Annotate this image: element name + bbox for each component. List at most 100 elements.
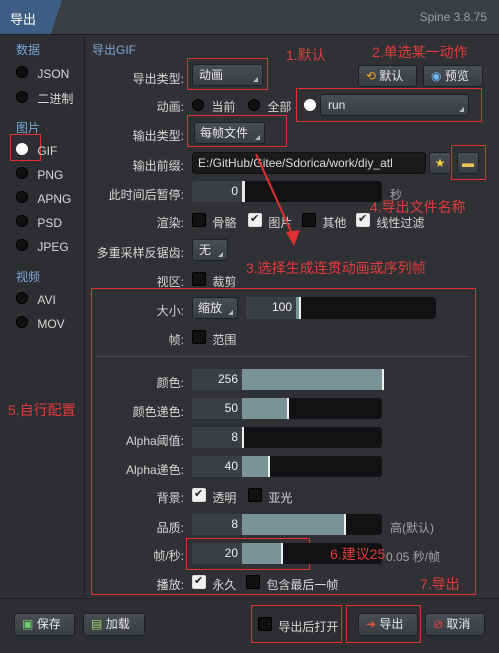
output-prefix-label: 输出前缀:: [132, 159, 184, 173]
sidebar-item-mov[interactable]: MOV: [16, 316, 65, 336]
radio-selected-icon: [304, 99, 316, 111]
msaa-label: 多重采样反锯齿:: [96, 246, 184, 260]
browse-folder-button[interactable]: ▬: [457, 152, 479, 174]
background-transparent-checkbox[interactable]: 透明: [192, 487, 236, 506]
frames-label: 帧:: [168, 333, 184, 347]
load-icon: ▤: [91, 617, 103, 631]
color-dither-value[interactable]: 50: [192, 398, 242, 419]
radio-selected-icon: [16, 143, 28, 155]
radio-icon: [16, 316, 28, 328]
quality-note: 高(默认): [390, 521, 434, 535]
annotation-arrow: [255, 153, 300, 246]
video-section-title: 视频: [16, 270, 41, 284]
cancel-icon: ⊘: [433, 617, 444, 631]
pause-value[interactable]: 0: [192, 181, 242, 202]
checkbox-icon: [246, 575, 260, 589]
animation-label: 动画:: [156, 100, 184, 114]
checkbox-icon: [248, 488, 262, 502]
fps-label: 帧/秒:: [153, 549, 184, 563]
eye-icon: ◉: [431, 69, 442, 83]
background-label: 背景:: [156, 491, 184, 505]
animation-single-radio[interactable]: [304, 99, 316, 119]
msaa-dropdown[interactable]: 无: [192, 239, 228, 261]
data-section-title: 数据: [16, 43, 41, 57]
size-mode-dropdown[interactable]: 缩放: [192, 297, 238, 319]
reset-icon: ⟲: [366, 69, 377, 83]
preview-button[interactable]: ◉ 预览: [423, 65, 483, 87]
playback-last-frame-checkbox[interactable]: 包含最后一帧: [246, 575, 338, 593]
radio-icon: [248, 99, 260, 111]
sidebar-item-apng[interactable]: APNG: [16, 191, 71, 211]
radio-icon: [16, 66, 28, 78]
checkbox-icon: [192, 213, 206, 227]
checkbox-icon: [192, 272, 206, 286]
alpha-threshold-label: Alpha阈值:: [125, 434, 184, 448]
annotation-6: 6.建议25: [330, 546, 386, 562]
export-icon: ➜: [366, 617, 377, 631]
checkbox-icon: [258, 617, 272, 631]
version-label: Spine 3.8.75: [419, 10, 487, 24]
checkbox-checked-icon: [356, 212, 370, 227]
annotation-3: 3.选择生成连贯动画或序列帧: [246, 260, 426, 276]
export-type-dropdown[interactable]: 动画: [192, 64, 263, 86]
config-divider: [96, 356, 470, 357]
favorite-button[interactable]: ★: [429, 152, 451, 174]
render-bones-checkbox[interactable]: 骨骼: [192, 213, 236, 231]
radio-icon: [16, 215, 28, 227]
sidebar-item-png[interactable]: PNG: [16, 167, 63, 187]
checkbox-checked-icon: [192, 574, 206, 589]
annotation-5: 5.自行配置: [8, 402, 76, 418]
sidebar-item-gif[interactable]: GIF: [16, 143, 57, 163]
sidebar-item-json[interactable]: JSON: [16, 66, 69, 86]
pause-slider-handle[interactable]: [242, 181, 245, 202]
star-icon: ★: [434, 156, 446, 170]
sidebar-item-psd[interactable]: PSD: [16, 215, 62, 235]
annotation-2: 2.单选某一动作: [372, 44, 468, 60]
save-button[interactable]: ▣ 保存: [14, 613, 75, 636]
colors-value[interactable]: 256: [192, 369, 242, 390]
radio-icon: [16, 191, 28, 203]
save-icon: ▣: [22, 617, 34, 631]
export-type-label: 导出类型:: [132, 72, 184, 86]
size-value[interactable]: 100: [246, 297, 296, 319]
colors-label: 颜色:: [156, 376, 184, 390]
sidebar-item-avi[interactable]: AVI: [16, 292, 56, 312]
color-dither-label: 颜色递色:: [132, 405, 184, 419]
radio-icon: [16, 167, 28, 179]
section-title: 导出GIF: [92, 43, 136, 57]
output-type-dropdown[interactable]: 每帧文件: [194, 122, 265, 144]
checkbox-checked-icon: [192, 487, 206, 502]
sidebar-item-binary[interactable]: 二进制: [16, 90, 73, 110]
playback-forever-checkbox[interactable]: 永久: [192, 574, 236, 593]
alpha-dither-label: Alpha递色:: [125, 463, 184, 477]
render-label: 渲染:: [156, 216, 184, 230]
quality-label: 品质:: [156, 521, 184, 535]
folder-icon: ▬: [462, 156, 474, 170]
fps-value[interactable]: 20: [192, 543, 242, 564]
radio-icon: [16, 239, 28, 251]
open-after-export-checkbox[interactable]: 导出后打开: [258, 617, 338, 635]
animation-dropdown[interactable]: run: [320, 94, 469, 116]
default-button[interactable]: ⟲ 默认: [358, 65, 417, 87]
radio-icon: [16, 292, 28, 304]
window-title: 导出: [10, 12, 37, 27]
frames-range-checkbox[interactable]: 范围: [192, 330, 236, 348]
load-button[interactable]: ▤ 加载: [83, 613, 145, 636]
quality-value[interactable]: 8: [192, 514, 242, 535]
radio-icon: [16, 91, 28, 103]
size-label: 大小:: [156, 304, 184, 318]
background-matte-checkbox[interactable]: 亚光: [248, 488, 292, 506]
output-type-label: 输出类型:: [132, 129, 184, 143]
alpha-dither-value[interactable]: 40: [192, 456, 242, 477]
annotation-1: 1.默认: [286, 47, 326, 63]
fps-note: 0.05 秒/帧: [386, 550, 441, 564]
radio-icon: [192, 99, 204, 111]
sidebar-item-jpeg[interactable]: JPEG: [16, 239, 69, 259]
annotation-4: 4.导出文件名称: [370, 199, 466, 215]
pause-label: 此时间后暂停:: [108, 188, 184, 202]
alpha-threshold-value[interactable]: 8: [192, 427, 242, 448]
annotation-7: 7.导出: [420, 576, 460, 592]
playback-label: 播放:: [156, 578, 184, 592]
cancel-button[interactable]: ⊘ 取消: [425, 613, 485, 636]
export-button[interactable]: ➜ 导出: [358, 613, 418, 636]
